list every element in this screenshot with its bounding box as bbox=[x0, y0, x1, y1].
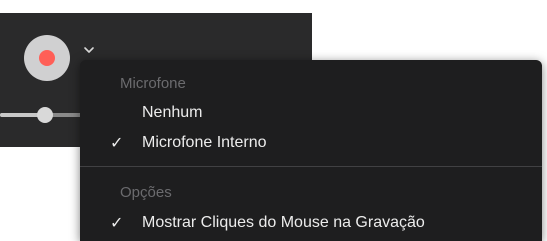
menu-item-show-mouse-clicks[interactable]: ✓ Mostrar Cliques do Mouse na Gravação bbox=[80, 210, 542, 236]
menu-divider bbox=[80, 166, 542, 167]
menu-item-label: Mostrar Cliques do Mouse na Gravação bbox=[142, 214, 425, 231]
menu-item-nenhum[interactable]: Nenhum bbox=[80, 100, 542, 126]
options-dropdown-menu: Microfone Nenhum ✓ Microfone Interno Opç… bbox=[80, 60, 542, 241]
volume-slider-thumb[interactable] bbox=[37, 107, 53, 123]
checkmark-icon: ✓ bbox=[110, 215, 124, 232]
volume-slider[interactable] bbox=[0, 107, 90, 123]
microphone-section-header: Microfone bbox=[120, 75, 186, 92]
menu-item-label: Microfone Interno bbox=[142, 134, 267, 151]
menu-item-microfone-interno[interactable]: ✓ Microfone Interno bbox=[80, 130, 542, 156]
chevron-down-icon[interactable] bbox=[82, 43, 96, 55]
checkmark-icon: ✓ bbox=[110, 135, 124, 152]
options-section-header: Opções bbox=[120, 184, 172, 201]
record-icon bbox=[39, 50, 55, 66]
menu-item-label: Nenhum bbox=[142, 104, 203, 121]
record-button[interactable] bbox=[24, 35, 70, 81]
